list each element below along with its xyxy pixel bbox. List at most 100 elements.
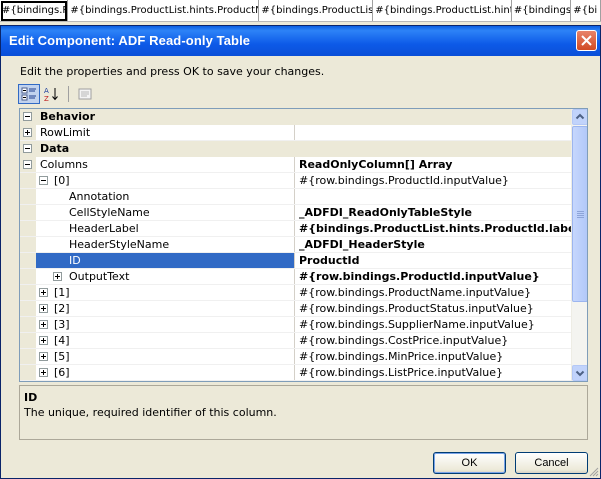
property-row[interactable]: [2] #{row.bindings.ProductStatus.inputVal…: [20, 301, 572, 317]
property-row[interactable]: Columns ReadOnlyColumn[] Array: [20, 157, 572, 173]
property-value-cell[interactable]: [295, 109, 572, 124]
property-row[interactable]: [4] #{row.bindings.CostPrice.inputValue}: [20, 333, 572, 349]
property-name-cell: Data: [36, 141, 295, 156]
scroll-up-button[interactable]: [572, 109, 587, 125]
expand-icon[interactable]: [23, 128, 32, 137]
expand-icon[interactable]: [39, 288, 48, 297]
ok-button[interactable]: OK: [433, 452, 506, 474]
property-name-cell: [3]: [36, 317, 295, 332]
property-row[interactable]: [3] #{row.bindings.SupplierName.inputValu…: [20, 317, 572, 333]
row-gutter: [20, 141, 36, 156]
property-row[interactable]: OutputText #{row.bindings.ProductId.input…: [20, 269, 572, 285]
row-gutter: [20, 109, 36, 124]
category-row[interactable]: Data: [20, 141, 572, 157]
property-name-cell: Behavior: [36, 109, 295, 124]
row-gutter: [20, 157, 36, 172]
row-gutter: [20, 317, 36, 332]
property-value-cell[interactable]: _ADFDI_HeaderStyle: [295, 237, 572, 252]
property-value-cell[interactable]: ReadOnlyColumn[] Array: [295, 157, 572, 172]
vertical-scrollbar[interactable]: [571, 109, 587, 381]
property-row[interactable]: RowLimit: [20, 125, 572, 141]
property-value-cell[interactable]: [295, 189, 572, 204]
row-gutter: [20, 205, 36, 220]
property-value-cell[interactable]: #{row.bindings.SupplierName.inputValue}: [295, 317, 572, 332]
expand-icon[interactable]: [39, 304, 48, 313]
category-row[interactable]: Behavior: [20, 109, 572, 125]
row-gutter: [20, 189, 36, 204]
collapse-icon[interactable]: [23, 112, 32, 121]
property-row[interactable]: [6] #{row.bindings.ListPrice.inputValue}: [20, 365, 572, 381]
expand-icon[interactable]: [53, 272, 62, 281]
alphabetical-button[interactable]: A Z: [41, 84, 63, 104]
property-name-cell: RowLimit: [36, 125, 295, 140]
scroll-down-button[interactable]: [572, 365, 587, 381]
property-name: [3]: [54, 318, 70, 331]
header-cell[interactable]: #{bindings.ProductList.hints: [373, 0, 512, 21]
property-name-cell: CellStyleName: [36, 205, 295, 220]
row-gutter: [20, 237, 36, 252]
row-gutter: [20, 125, 36, 140]
grip-icon: [577, 211, 584, 212]
expand-icon[interactable]: [39, 368, 48, 377]
alphabetical-sort-icon: A Z: [44, 87, 58, 102]
header-cell[interactable]: #{bindings.P: [512, 0, 572, 21]
instructions-text: Edit the properties and press OK to save…: [20, 65, 325, 78]
property-value-cell[interactable]: _ADFDI_ReadOnlyTableStyle: [295, 205, 572, 220]
header-cell[interactable]: #{bi: [571, 0, 601, 21]
header-cell[interactable]: #{bindings.ProductList.: [259, 0, 374, 21]
property-name: Columns: [40, 158, 88, 171]
cancel-button[interactable]: Cancel: [515, 452, 588, 474]
property-pages-button[interactable]: [74, 84, 96, 104]
property-value-cell[interactable]: [295, 141, 572, 156]
property-toolbar: A Z: [18, 84, 97, 104]
categorized-button[interactable]: [18, 84, 40, 104]
expand-icon[interactable]: [39, 336, 48, 345]
property-name: Data: [40, 142, 70, 155]
property-row[interactable]: HeaderLabel #{bindings.ProductList.hints.…: [20, 221, 572, 237]
property-row[interactable]: [0] #{row.bindings.ProductId.inputValue}: [20, 173, 572, 189]
property-name: HeaderStyleName: [69, 238, 170, 251]
row-gutter: [20, 173, 36, 188]
property-name: RowLimit: [40, 126, 91, 139]
row-gutter: [20, 253, 36, 268]
row-gutter: [20, 333, 36, 348]
collapse-icon[interactable]: [23, 160, 32, 169]
collapse-icon[interactable]: [23, 144, 32, 153]
property-value-cell[interactable]: #{row.bindings.ListPrice.inputValue}: [295, 365, 572, 380]
property-value-cell[interactable]: #{row.bindings.CostPrice.inputValue}: [295, 333, 572, 348]
property-value-cell[interactable]: #{row.bindings.ProductStatus.inputValue}: [295, 301, 572, 316]
expand-icon[interactable]: [39, 320, 48, 329]
property-name-cell: [6]: [36, 365, 295, 380]
property-row[interactable]: [5] #{row.bindings.MinPrice.inputValue}: [20, 349, 572, 365]
property-value-cell[interactable]: #{row.bindings.MinPrice.inputValue}: [295, 349, 572, 364]
property-row[interactable]: HeaderStyleName _ADFDI_HeaderStyle: [20, 237, 572, 253]
dialog-title-bar[interactable]: Edit Component: ADF Read-only Table: [1, 26, 600, 56]
scroll-thumb[interactable]: [572, 126, 587, 302]
property-name-cell: [2]: [36, 301, 295, 316]
header-cell[interactable]: #{bindings.P: [0, 0, 69, 21]
property-value-cell[interactable]: #{bindings.ProductList.hints.ProductId.l…: [295, 221, 572, 236]
resize-grip-icon[interactable]: [587, 465, 599, 477]
expand-icon[interactable]: [39, 352, 48, 361]
collapse-icon[interactable]: [39, 176, 48, 185]
header-cell[interactable]: #{bindings.ProductList.hints.ProductNa: [68, 0, 260, 21]
property-row[interactable]: CellStyleName _ADFDI_ReadOnlyTableStyle: [20, 205, 572, 221]
close-button[interactable]: [576, 30, 597, 51]
property-row[interactable]: [1] #{row.bindings.ProductName.inputValue…: [20, 285, 572, 301]
property-value-cell[interactable]: #{row.bindings.ProductId.inputValue}: [295, 173, 572, 188]
property-row[interactable]: Annotation: [20, 189, 572, 205]
property-row[interactable]: ID ProductId: [20, 253, 572, 269]
property-value-cell[interactable]: [295, 125, 572, 140]
property-name-cell: [0]: [36, 173, 295, 188]
property-value-cell[interactable]: #{row.bindings.ProductId.inputValue}: [295, 269, 572, 284]
property-name: OutputText: [69, 270, 130, 283]
property-grid-rows: Behavior RowLimit Data Columns ReadOnlyColum…: [20, 109, 572, 381]
property-name: [1]: [54, 286, 70, 299]
dialog-title: Edit Component: ADF Read-only Table: [9, 33, 251, 48]
property-name: [4]: [54, 334, 70, 347]
row-gutter: [20, 269, 36, 284]
property-pages-icon: [78, 88, 92, 100]
property-value-cell[interactable]: #{row.bindings.ProductName.inputValue}: [295, 285, 572, 300]
property-value-cell[interactable]: ProductId: [295, 253, 572, 268]
row-gutter: [20, 221, 36, 236]
